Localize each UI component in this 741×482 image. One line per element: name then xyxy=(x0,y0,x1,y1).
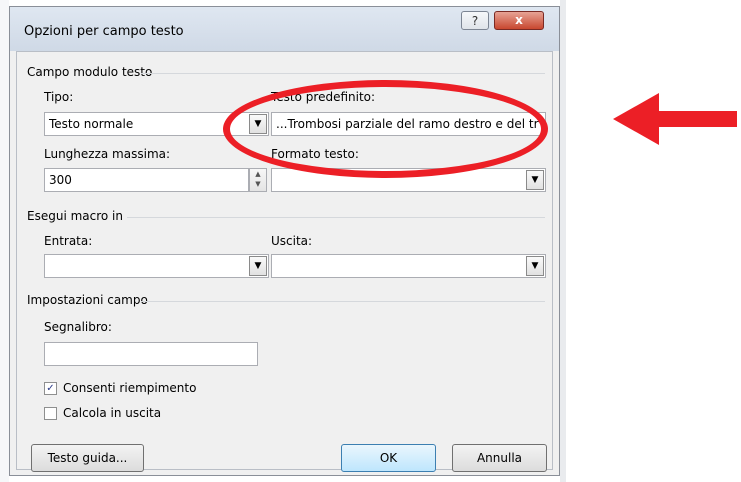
chevron-down-icon[interactable]: ▼ xyxy=(526,170,544,190)
bookmark-input[interactable] xyxy=(44,342,258,366)
check-icon: ✓ xyxy=(46,383,55,394)
chevron-down-icon[interactable]: ▼ xyxy=(249,256,267,276)
group-divider xyxy=(141,73,545,74)
max-length-value: 300 xyxy=(49,173,72,187)
text-field-options-dialog: Opzioni per campo testo ? x Campo modulo… xyxy=(9,6,560,476)
type-select[interactable]: Testo normale ▼ xyxy=(44,112,269,136)
entry-macro-label: Entrata: xyxy=(44,234,93,248)
chevron-down-icon[interactable]: ▼ xyxy=(526,256,544,276)
cancel-button[interactable]: Annulla xyxy=(452,444,547,472)
max-length-spinner[interactable]: ▲ ▼ xyxy=(249,168,267,192)
text-format-label: Formato testo: xyxy=(271,147,359,161)
chevron-down-icon[interactable]: ▼ xyxy=(249,114,267,134)
exit-macro-label: Uscita: xyxy=(271,234,313,248)
group-divider xyxy=(127,217,545,218)
max-length-input[interactable]: 300 xyxy=(44,168,249,192)
default-text-value: ...Trombosi parziale del ramo destro e d… xyxy=(276,117,539,131)
dialog-body: Campo modulo testo Tipo: Testo normale ▼… xyxy=(16,51,553,472)
entry-macro-select[interactable]: ▼ xyxy=(44,254,269,278)
type-label: Tipo: xyxy=(44,90,74,104)
close-button[interactable]: x xyxy=(494,11,544,30)
dialog-title: Opzioni per campo testo xyxy=(24,24,184,39)
group-divider xyxy=(141,301,545,302)
background-window-strip xyxy=(560,0,566,482)
spinner-down-icon[interactable]: ▼ xyxy=(250,179,266,189)
help-icon: ? xyxy=(471,14,479,28)
background-window-strip xyxy=(0,0,9,482)
help-button[interactable]: ? xyxy=(461,11,489,30)
text-format-select[interactable]: ▼ xyxy=(271,168,546,192)
title-bar: Opzioni per campo testo ? x xyxy=(10,7,559,51)
bookmark-label: Segnalibro: xyxy=(44,320,112,334)
group-title-text-field: Campo modulo testo xyxy=(27,65,153,79)
fill-in-checkbox[interactable]: ✓ xyxy=(44,382,57,395)
close-icon: x xyxy=(515,13,523,27)
default-text-label: Testo predefinito: xyxy=(271,90,376,104)
group-title-field-settings: Impostazioni campo xyxy=(27,293,148,307)
calc-on-exit-label[interactable]: Calcola in uscita xyxy=(63,406,161,420)
fill-in-label[interactable]: Consenti riempimento xyxy=(63,381,196,395)
spinner-up-icon[interactable]: ▲ xyxy=(250,169,266,179)
help-text-button[interactable]: Testo guida... xyxy=(31,444,144,472)
group-title-run-macro: Esegui macro in xyxy=(27,209,123,223)
red-arrow-icon xyxy=(613,93,737,145)
exit-macro-select[interactable]: ▼ xyxy=(271,254,546,278)
ok-button[interactable]: OK xyxy=(341,444,436,472)
max-length-label: Lunghezza massima: xyxy=(44,147,171,161)
default-text-input[interactable]: ...Trombosi parziale del ramo destro e d… xyxy=(271,112,546,136)
type-select-value: Testo normale xyxy=(49,117,134,131)
calc-on-exit-checkbox[interactable] xyxy=(44,407,57,420)
